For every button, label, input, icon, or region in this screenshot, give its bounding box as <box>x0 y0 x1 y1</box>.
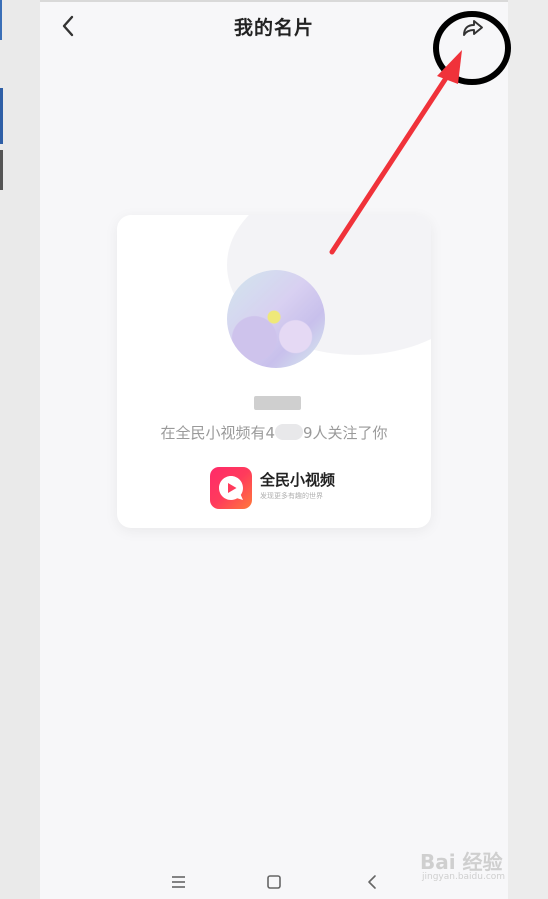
left-strip-accent <box>0 150 3 190</box>
phone-screen: 我的名片 在全民小视频有4 9人关注了你 全民小视频 发现更多有趣的世界 <box>40 0 508 899</box>
share-icon <box>463 20 483 36</box>
left-strip-accent <box>0 0 2 40</box>
follow-count-redacted <box>275 424 303 440</box>
brand-slogan: 发现更多有趣的世界 <box>260 492 323 500</box>
left-window-strip <box>0 0 41 899</box>
share-button[interactable] <box>456 10 490 44</box>
play-bubble-icon <box>219 476 243 500</box>
brand-name: 全民小视频 <box>260 471 336 489</box>
business-card: 在全民小视频有4 9人关注了你 全民小视频 发现更多有趣的世界 <box>117 215 431 528</box>
username-redacted <box>254 396 301 410</box>
watermark-main: Bai 经验 <box>420 850 503 874</box>
watermark: Bai 经验 jingyan.baidu.com <box>418 846 548 886</box>
left-strip-accent <box>0 88 3 144</box>
nav-home-button[interactable] <box>263 872 285 892</box>
follow-text-prefix: 在全民小视频有4 <box>160 424 275 442</box>
back-icon <box>368 875 376 889</box>
nav-menu-button[interactable] <box>168 872 190 892</box>
brand-block: 全民小视频 发现更多有趣的世界 <box>210 467 350 509</box>
home-icon <box>267 875 281 889</box>
page-title: 我的名片 <box>233 17 314 39</box>
menu-icon <box>172 876 185 888</box>
follow-count-text: 在全民小视频有4 9人关注了你 <box>117 422 431 443</box>
follow-text-suffix: 9人关注了你 <box>303 424 388 442</box>
watermark-sub: jingyan.baidu.com <box>422 872 506 882</box>
top-border <box>40 0 508 2</box>
right-window-strip <box>508 0 548 899</box>
avatar <box>227 270 325 368</box>
app-logo-icon <box>210 467 252 509</box>
nav-back-button[interactable] <box>362 872 384 892</box>
